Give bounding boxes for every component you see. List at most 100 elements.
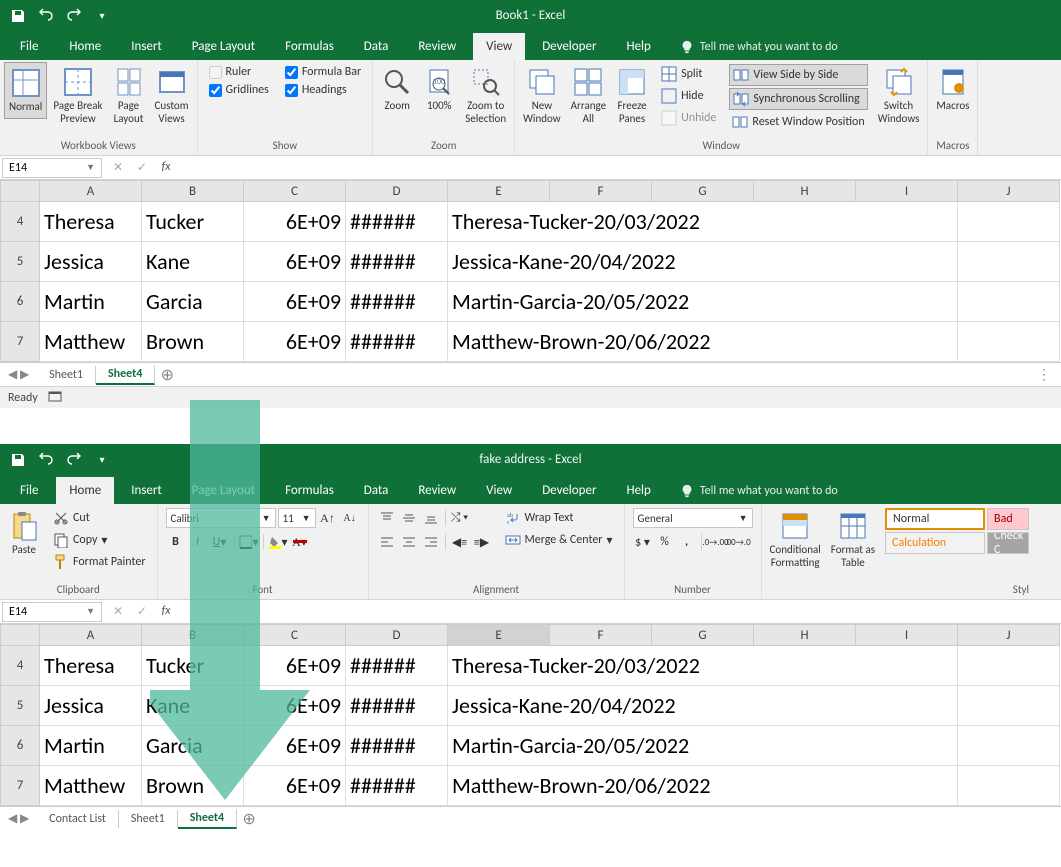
cell[interactable]: Tucker <box>142 202 244 242</box>
cell[interactable] <box>958 726 1060 766</box>
cell[interactable]: 6E+09 <box>244 726 346 766</box>
tab-help[interactable]: Help <box>613 477 663 504</box>
gridlines-checkbox[interactable]: Gridlines <box>206 82 272 98</box>
sheet-tab[interactable]: Contact List <box>37 810 119 828</box>
tab-file[interactable]: File <box>6 477 52 504</box>
cell[interactable]: Matthew <box>40 322 142 362</box>
tab-page-layout[interactable]: Page Layout <box>179 33 268 60</box>
sheet-tab-active[interactable]: Sheet4 <box>178 809 237 829</box>
name-box-dropdown-icon[interactable]: ▼ <box>86 606 95 617</box>
page-break-preview-button[interactable]: Page Break Preview <box>49 62 106 129</box>
tab-formulas[interactable]: Formulas <box>272 33 347 60</box>
cell[interactable]: Theresa <box>40 646 142 686</box>
cell[interactable]: Brown <box>142 322 244 362</box>
cell[interactable]: Martin <box>40 282 142 322</box>
sheet-nav-arrows[interactable]: ◀ ▶ <box>0 811 37 826</box>
tab-data[interactable]: Data <box>351 33 402 60</box>
decrease-decimal-button[interactable]: .00→.0 <box>728 532 748 552</box>
col-header[interactable]: J <box>958 624 1060 646</box>
macros-button[interactable]: Macros <box>932 62 973 117</box>
zoom-to-selection-button[interactable]: Zoom to Selection <box>461 62 510 129</box>
enter-formula-icon[interactable]: ✓ <box>132 160 152 175</box>
tab-formulas[interactable]: Formulas <box>272 477 347 504</box>
cell[interactable]: Jessica <box>40 686 142 726</box>
hide-button[interactable]: Hide <box>658 86 719 106</box>
insert-function-icon[interactable]: fx <box>156 604 176 619</box>
save-icon[interactable] <box>10 452 26 468</box>
cell[interactable]: Jessica-Kane-20/04/2022 <box>448 242 958 282</box>
cell[interactable]: Tucker <box>142 646 244 686</box>
font-size-select[interactable]: 11▼ <box>278 508 316 528</box>
zoom-button[interactable]: Zoom <box>377 62 417 117</box>
tab-home[interactable]: Home <box>56 477 114 504</box>
macro-record-icon[interactable] <box>48 389 62 407</box>
decrease-font-icon[interactable]: A↓ <box>340 508 360 528</box>
sheet-tab[interactable]: Sheet1 <box>37 366 96 384</box>
select-all-corner[interactable] <box>0 180 40 202</box>
col-header[interactable]: E <box>448 180 550 202</box>
wrap-text-button[interactable]: abcWrap Text <box>502 508 616 528</box>
accounting-format-button[interactable]: $ ▾ <box>633 532 653 552</box>
align-top-icon[interactable] <box>377 508 397 528</box>
cell[interactable]: Kane <box>142 242 244 282</box>
name-box[interactable]: E14▼ <box>2 158 102 178</box>
cell-style-calculation[interactable]: Calculation <box>885 532 985 554</box>
cell[interactable] <box>958 322 1060 362</box>
col-header[interactable]: E <box>448 624 550 646</box>
col-header[interactable]: D <box>346 180 448 202</box>
zoom-100-button[interactable]: 100 100% <box>419 62 459 117</box>
tab-help[interactable]: Help <box>613 33 663 60</box>
select-all-corner[interactable] <box>0 624 40 646</box>
tab-home[interactable]: Home <box>56 33 114 60</box>
col-header[interactable]: G <box>652 624 754 646</box>
formula-input[interactable] <box>182 166 1061 170</box>
cell[interactable]: Theresa-Tucker-20/03/2022 <box>448 646 958 686</box>
cell[interactable]: Matthew-Brown-20/06/2022 <box>448 766 958 806</box>
col-header[interactable]: A <box>40 180 142 202</box>
row-header[interactable]: 6 <box>0 282 40 322</box>
row-header[interactable]: 6 <box>0 726 40 766</box>
fill-color-button[interactable]: ▾ <box>268 532 288 552</box>
cell[interactable] <box>958 282 1060 322</box>
cell[interactable]: Martin <box>40 726 142 766</box>
cancel-formula-icon[interactable]: ✕ <box>108 604 128 619</box>
insert-function-icon[interactable]: fx <box>156 160 176 175</box>
ruler-checkbox[interactable]: Ruler <box>206 64 272 80</box>
cell[interactable]: 6E+09 <box>244 242 346 282</box>
enter-formula-icon[interactable]: ✓ <box>132 604 152 619</box>
name-box-dropdown-icon[interactable]: ▼ <box>86 162 95 173</box>
cell[interactable] <box>958 202 1060 242</box>
page-layout-view-button[interactable]: Page Layout <box>109 62 149 129</box>
add-sheet-button[interactable]: ⊕ <box>155 363 179 387</box>
col-header[interactable]: I <box>856 624 958 646</box>
tab-insert[interactable]: Insert <box>118 477 175 504</box>
cell[interactable]: 6E+09 <box>244 766 346 806</box>
cell[interactable]: ###### <box>346 202 448 242</box>
view-side-by-side-button[interactable]: View Side by Side <box>729 64 867 86</box>
col-header[interactable]: H <box>754 624 856 646</box>
row-header[interactable]: 7 <box>0 322 40 362</box>
tab-data[interactable]: Data <box>351 477 402 504</box>
comma-format-button[interactable]: , <box>677 532 697 552</box>
orientation-button[interactable]: ⤭ ▾ <box>450 508 470 528</box>
underline-button[interactable]: U ▾ <box>210 532 230 552</box>
copy-button[interactable]: Copy ▾ <box>50 530 149 550</box>
undo-icon[interactable] <box>38 452 54 468</box>
cell-style-check[interactable]: Check C <box>987 532 1029 554</box>
cell[interactable]: 6E+09 <box>244 646 346 686</box>
cell[interactable] <box>958 242 1060 282</box>
col-header[interactable]: C <box>244 624 346 646</box>
align-right-icon[interactable] <box>421 532 441 552</box>
cell[interactable]: Theresa <box>40 202 142 242</box>
col-header[interactable]: C <box>244 180 346 202</box>
name-box[interactable]: E14▼ <box>2 602 102 622</box>
tab-view[interactable]: View <box>473 477 525 504</box>
row-header[interactable]: 5 <box>0 242 40 282</box>
percent-format-button[interactable]: % <box>655 532 675 552</box>
cell[interactable]: ###### <box>346 646 448 686</box>
conditional-formatting-button[interactable]: Conditional Formatting <box>766 506 825 573</box>
col-header[interactable]: I <box>856 180 958 202</box>
add-sheet-button[interactable]: ⊕ <box>237 807 261 831</box>
increase-indent-icon[interactable]: ≡▶ <box>472 532 492 552</box>
spreadsheet-grid[interactable]: A B C D E F G H I J 4TheresaTucker6E+09#… <box>0 180 1061 362</box>
